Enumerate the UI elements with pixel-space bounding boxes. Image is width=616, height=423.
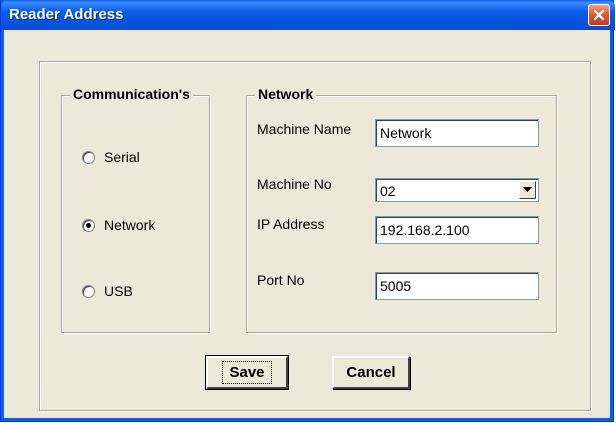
radio-circle[interactable] — [82, 150, 95, 164]
machine-name-field[interactable]: Network — [375, 119, 539, 147]
radio-circle[interactable] — [82, 218, 95, 232]
window-title: Reader Address — [9, 6, 124, 23]
radio-usb[interactable]: USB — [82, 283, 133, 299]
network-group: Network Machine Name Network Machine No … — [246, 86, 557, 333]
chevron-down-icon — [523, 187, 532, 192]
network-legend: Network — [255, 86, 317, 102]
cancel-button-label: Cancel — [346, 364, 396, 381]
dropdown-button[interactable] — [519, 181, 536, 199]
radio-usb-label: USB — [104, 283, 133, 299]
communications-legend: Communication's — [70, 86, 193, 102]
port-no-label: Port No — [257, 272, 305, 288]
radio-circle[interactable] — [82, 284, 95, 298]
radio-serial-label: Serial — [104, 149, 140, 165]
reader-address-dialog: Reader Address Communication's Serial Ne… — [0, 0, 615, 422]
machine-no-select[interactable]: 02 — [375, 178, 539, 202]
radio-network-label: Network — [104, 217, 156, 233]
close-icon — [593, 9, 605, 21]
machine-name-label: Machine Name — [257, 121, 352, 137]
port-no-field[interactable]: 5005 — [375, 272, 539, 300]
ip-address-field[interactable]: 192.168.2.100 — [375, 216, 539, 244]
communications-group: Communication's Serial Network USB — [61, 86, 210, 333]
close-button[interactable] — [588, 4, 610, 26]
save-button-label: Save — [222, 361, 272, 384]
radio-selected-dot — [86, 222, 91, 228]
radio-serial[interactable]: Serial — [82, 149, 140, 165]
save-button[interactable]: Save — [205, 355, 289, 390]
cancel-button[interactable]: Cancel — [332, 356, 410, 389]
title-bar[interactable]: Reader Address — [1, 0, 615, 30]
radio-network[interactable]: Network — [82, 217, 155, 233]
machine-no-value: 02 — [380, 183, 396, 199]
machine-no-label: Machine No — [257, 176, 332, 192]
ip-address-label: IP Address — [257, 216, 325, 232]
